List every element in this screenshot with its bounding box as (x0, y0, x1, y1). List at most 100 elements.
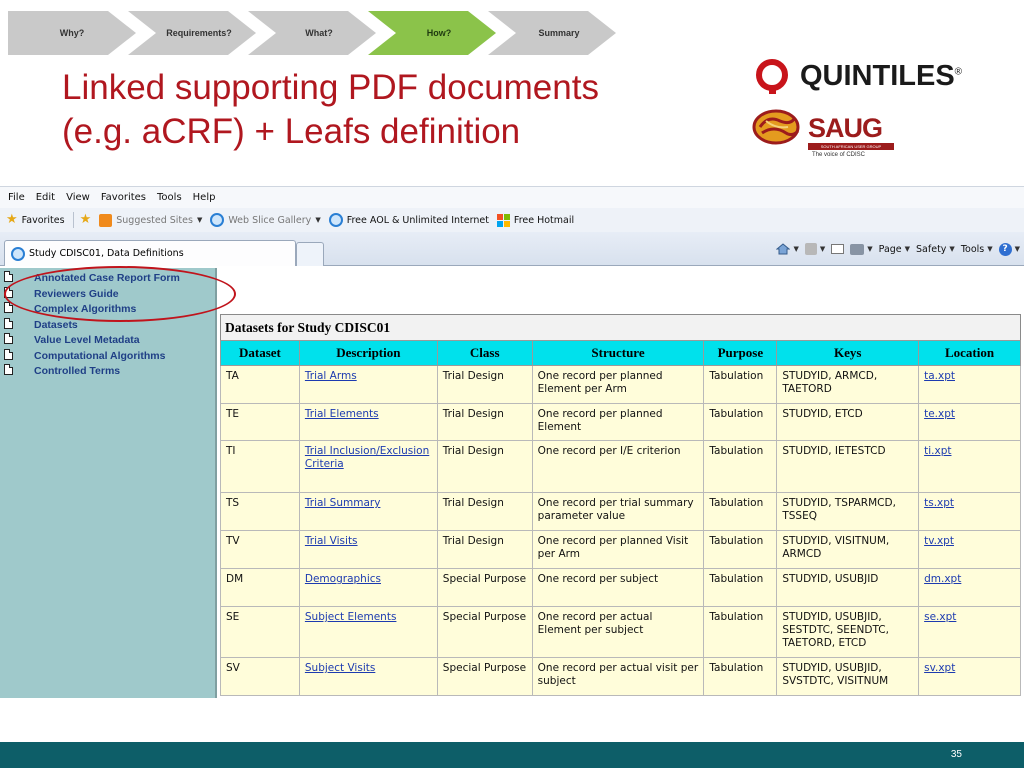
table-row: DM Demographics Special Purpose One reco… (220, 568, 1021, 607)
description-link[interactable]: Demographics (305, 573, 381, 585)
hotmail-link[interactable]: Free Hotmail (496, 213, 575, 227)
nav-link[interactable]: Controlled Terms (34, 365, 120, 377)
cell-structure: One record per planned Visit per Arm (531, 530, 705, 569)
header-structure: Structure (531, 340, 705, 366)
cell-class: Trial Design (436, 492, 533, 531)
location-link[interactable]: se.xpt (924, 611, 956, 623)
step-what: What? (248, 11, 376, 55)
document-icon (4, 271, 13, 282)
cell-dataset: TV (220, 530, 300, 569)
feed-icon (804, 243, 817, 255)
cell-structure: One record per I/E criterion (531, 440, 705, 493)
cell-purpose: Tabulation (703, 606, 778, 658)
windows-icon (496, 213, 510, 227)
cell-location: ti.xpt (918, 440, 1021, 493)
cell-keys: STUDYID, USUBJID (776, 568, 920, 607)
tools-menu[interactable]: Tools ▼ (961, 244, 993, 255)
add-favorite-button[interactable]: ★ (80, 213, 92, 227)
tab-study-cdisc01[interactable]: Study CDISC01, Data Definitions (4, 240, 296, 266)
header-class: Class (436, 340, 533, 366)
document-icon (4, 333, 13, 344)
step-label: Requirements? (166, 28, 232, 38)
description-link[interactable]: Trial Visits (305, 535, 358, 547)
cell-purpose: Tabulation (703, 440, 778, 493)
nav-link[interactable]: Computational Algorithms (34, 350, 165, 362)
chevron-down-icon: ▼ (315, 216, 321, 224)
cell-class: Special Purpose (436, 606, 533, 658)
tab-bar: Study CDISC01, Data Definitions ▼ ▼ ▼ Pa… (0, 232, 1024, 266)
nav-item-controlled-terms[interactable]: Controlled Terms (4, 364, 180, 386)
cell-description: Trial Inclusion/Exclusion Criteria (298, 440, 438, 493)
tab-title: Study CDISC01, Data Definitions (29, 248, 184, 259)
location-link[interactable]: ti.xpt (924, 445, 951, 457)
description-link[interactable]: Trial Summary (305, 497, 381, 509)
favorites-button[interactable]: ★ Favorites (6, 213, 65, 227)
printer-icon (850, 243, 865, 255)
cell-dataset: SV (220, 657, 300, 696)
read-mail-button[interactable] (831, 244, 845, 254)
aol-label: Free AOL & Unlimited Internet (346, 214, 489, 226)
aol-link[interactable]: Free AOL & Unlimited Internet (328, 213, 489, 227)
cell-location: ta.xpt (918, 365, 1021, 404)
header-location: Location (918, 340, 1021, 366)
location-link[interactable]: sv.xpt (924, 662, 955, 674)
help-button[interactable]: ? ▼ (998, 242, 1020, 256)
web-slice-gallery-link[interactable]: Web Slice Gallery ▼ (210, 213, 321, 227)
command-bar: ▼ ▼ ▼ Page ▼ Safety ▼ Tools ▼ ? ▼ (776, 238, 1020, 260)
saug-logo: SAUG SOUTH AFRICAN USER GROUP The voice … (752, 107, 902, 167)
page-menu[interactable]: Page ▼ (879, 244, 910, 255)
location-link[interactable]: te.xpt (924, 408, 955, 420)
feeds-button[interactable]: ▼ (804, 243, 825, 255)
nav-link[interactable]: Datasets (34, 319, 78, 331)
menu-tools[interactable]: Tools (157, 192, 182, 203)
location-link[interactable]: ta.xpt (924, 370, 955, 382)
menu-edit[interactable]: Edit (36, 192, 55, 203)
safety-menu-label: Safety (916, 243, 947, 255)
divider (72, 212, 74, 228)
cell-purpose: Tabulation (703, 403, 778, 441)
cell-class: Trial Design (436, 365, 533, 404)
table-row: TS Trial Summary Trial Design One record… (220, 492, 1021, 531)
nav-link[interactable]: Value Level Metadata (34, 334, 140, 346)
menu-favorites[interactable]: Favorites (101, 192, 146, 203)
quintiles-logo-text: QUINTILES (800, 60, 955, 92)
menu-file[interactable]: File (8, 192, 25, 203)
location-link[interactable]: dm.xpt (924, 573, 961, 585)
menu-view[interactable]: View (66, 192, 90, 203)
cell-purpose: Tabulation (703, 530, 778, 569)
description-link[interactable]: Subject Elements (305, 611, 397, 623)
cell-description: Trial Summary (298, 492, 438, 531)
cell-dataset: DM (220, 568, 300, 607)
suggested-sites-link[interactable]: Suggested Sites ▼ (99, 213, 202, 227)
cell-purpose: Tabulation (703, 492, 778, 531)
cell-structure: One record per actual visit per subject (531, 657, 705, 696)
saug-tagline: The voice of CDISC (812, 152, 866, 158)
cell-location: se.xpt (918, 606, 1021, 658)
chevron-down-icon: ▼ (987, 245, 993, 253)
cell-dataset: SE (220, 606, 300, 658)
description-link[interactable]: Subject Visits (305, 662, 375, 674)
description-link[interactable]: Trial Elements (305, 408, 379, 420)
step-label: What? (305, 28, 333, 38)
step-how: How? (368, 11, 496, 55)
registered-mark: ® (954, 66, 963, 78)
new-tab-button[interactable] (296, 242, 324, 266)
print-button[interactable]: ▼ (850, 243, 873, 255)
cell-location: ts.xpt (918, 492, 1021, 531)
hotmail-label: Free Hotmail (513, 214, 575, 226)
menu-help[interactable]: Help (193, 192, 216, 203)
cell-class: Trial Design (436, 440, 533, 493)
location-link[interactable]: ts.xpt (924, 497, 954, 509)
favorites-label: Favorites (21, 214, 65, 226)
description-link[interactable]: Trial Inclusion/Exclusion Criteria (305, 445, 429, 470)
cell-class: Trial Design (436, 530, 533, 569)
location-link[interactable]: tv.xpt (924, 535, 954, 547)
description-link[interactable]: Trial Arms (305, 370, 357, 382)
cell-structure: One record per subject (531, 568, 705, 607)
home-button[interactable]: ▼ (776, 243, 799, 255)
step-label: Summary (538, 28, 580, 38)
cell-purpose: Tabulation (703, 657, 778, 696)
page-number: 35 (950, 749, 962, 760)
cell-structure: One record per actual Element per subjec… (531, 606, 705, 658)
safety-menu[interactable]: Safety ▼ (916, 244, 955, 255)
